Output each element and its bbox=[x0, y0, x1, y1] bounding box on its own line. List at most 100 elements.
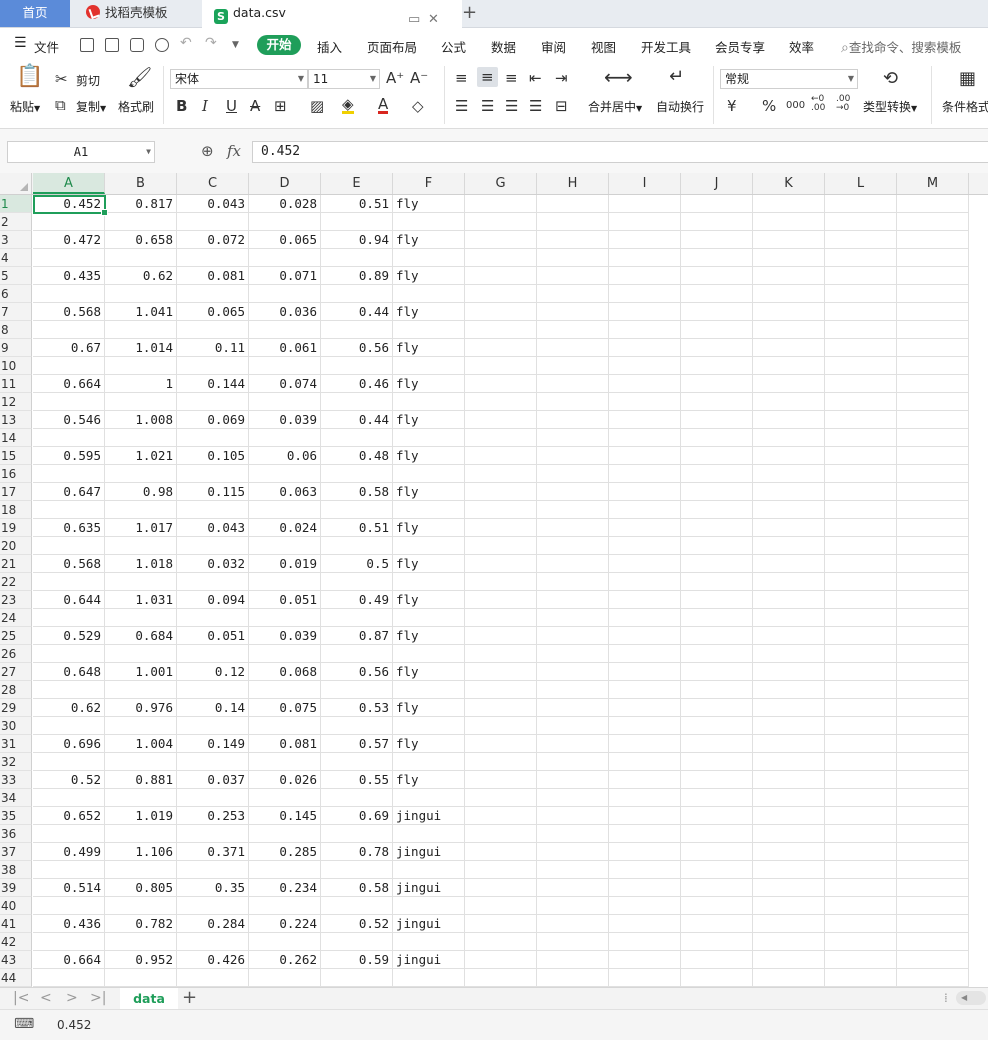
cell-l2[interactable] bbox=[825, 213, 897, 231]
row-header[interactable]: 25 bbox=[0, 627, 32, 645]
cell-c23[interactable]: 0.094 bbox=[177, 591, 249, 609]
cell-b36[interactable] bbox=[105, 825, 177, 843]
cell-g7[interactable] bbox=[465, 303, 537, 321]
cell-f34[interactable] bbox=[393, 789, 465, 807]
scissors-icon[interactable]: ✂ bbox=[55, 70, 68, 88]
cell-a19[interactable]: 0.635 bbox=[33, 519, 105, 537]
number-format-select[interactable]: 常规 ▼ bbox=[720, 69, 858, 89]
cell-h21[interactable] bbox=[537, 555, 609, 573]
cell-j44[interactable] bbox=[681, 969, 753, 987]
column-header-j[interactable]: J bbox=[681, 173, 753, 194]
cell-k23[interactable] bbox=[753, 591, 825, 609]
cell-d37[interactable]: 0.285 bbox=[249, 843, 321, 861]
cell-d11[interactable]: 0.074 bbox=[249, 375, 321, 393]
cell-h22[interactable] bbox=[537, 573, 609, 591]
cell-h39[interactable] bbox=[537, 879, 609, 897]
cell-f24[interactable] bbox=[393, 609, 465, 627]
cell-d14[interactable] bbox=[249, 429, 321, 447]
cell-l10[interactable] bbox=[825, 357, 897, 375]
cell-m26[interactable] bbox=[897, 645, 969, 663]
cell-m22[interactable] bbox=[897, 573, 969, 591]
cell-a3[interactable]: 0.472 bbox=[33, 231, 105, 249]
cell-a18[interactable] bbox=[33, 501, 105, 519]
cell-a26[interactable] bbox=[33, 645, 105, 663]
cell-b35[interactable]: 1.019 bbox=[105, 807, 177, 825]
cell-c39[interactable]: 0.35 bbox=[177, 879, 249, 897]
cell-b44[interactable] bbox=[105, 969, 177, 987]
row-header[interactable]: 31 bbox=[0, 735, 32, 753]
cell-d38[interactable] bbox=[249, 861, 321, 879]
cell-k17[interactable] bbox=[753, 483, 825, 501]
cell-f3[interactable]: fly bbox=[393, 231, 465, 249]
cell-i33[interactable] bbox=[609, 771, 681, 789]
menu-developer[interactable]: 开发工具 bbox=[641, 37, 691, 56]
cell-g27[interactable] bbox=[465, 663, 537, 681]
font-name-select[interactable]: 宋体 ▼ bbox=[170, 69, 308, 89]
row-header[interactable]: 39 bbox=[0, 879, 32, 897]
merge-center-button[interactable]: 合并居中▼ bbox=[588, 98, 642, 115]
cell-g15[interactable] bbox=[465, 447, 537, 465]
column-header-h[interactable]: H bbox=[537, 173, 609, 194]
cell-k24[interactable] bbox=[753, 609, 825, 627]
cell-i25[interactable] bbox=[609, 627, 681, 645]
cell-i8[interactable] bbox=[609, 321, 681, 339]
cell-b31[interactable]: 1.004 bbox=[105, 735, 177, 753]
cell-g19[interactable] bbox=[465, 519, 537, 537]
cell-e38[interactable] bbox=[321, 861, 393, 879]
cell-g22[interactable] bbox=[465, 573, 537, 591]
cell-d32[interactable] bbox=[249, 753, 321, 771]
row-header[interactable]: 7 bbox=[0, 303, 32, 321]
borders-icon[interactable]: ⊞ bbox=[274, 97, 287, 115]
cell-i32[interactable] bbox=[609, 753, 681, 771]
cell-a31[interactable]: 0.696 bbox=[33, 735, 105, 753]
cell-g21[interactable] bbox=[465, 555, 537, 573]
cell-b8[interactable] bbox=[105, 321, 177, 339]
cell-j38[interactable] bbox=[681, 861, 753, 879]
row-header[interactable]: 38 bbox=[0, 861, 32, 879]
cell-l31[interactable] bbox=[825, 735, 897, 753]
cell-e33[interactable]: 0.55 bbox=[321, 771, 393, 789]
cell-g20[interactable] bbox=[465, 537, 537, 555]
strikethrough-icon[interactable]: A bbox=[250, 97, 260, 115]
cell-j7[interactable] bbox=[681, 303, 753, 321]
cell-m31[interactable] bbox=[897, 735, 969, 753]
row-header[interactable]: 11 bbox=[0, 375, 32, 393]
cell-m37[interactable] bbox=[897, 843, 969, 861]
cell-b19[interactable]: 1.017 bbox=[105, 519, 177, 537]
cell-d1[interactable]: 0.028 bbox=[249, 195, 321, 213]
cell-b7[interactable]: 1.041 bbox=[105, 303, 177, 321]
cell-b28[interactable] bbox=[105, 681, 177, 699]
cell-i3[interactable] bbox=[609, 231, 681, 249]
cell-a25[interactable]: 0.529 bbox=[33, 627, 105, 645]
decrease-indent-icon[interactable]: ⇤ bbox=[529, 69, 542, 87]
cell-f14[interactable] bbox=[393, 429, 465, 447]
cell-g28[interactable] bbox=[465, 681, 537, 699]
cell-f7[interactable]: fly bbox=[393, 303, 465, 321]
cell-d12[interactable] bbox=[249, 393, 321, 411]
cell-f27[interactable]: fly bbox=[393, 663, 465, 681]
last-sheet-icon[interactable]: >| bbox=[90, 990, 106, 1006]
cell-g42[interactable] bbox=[465, 933, 537, 951]
row-header[interactable]: 1 bbox=[0, 195, 32, 213]
cell-g18[interactable] bbox=[465, 501, 537, 519]
cell-i40[interactable] bbox=[609, 897, 681, 915]
cell-a17[interactable]: 0.647 bbox=[33, 483, 105, 501]
zoom-icon[interactable]: ⊕ bbox=[201, 142, 214, 160]
save-icon[interactable] bbox=[80, 38, 94, 52]
cell-m35[interactable] bbox=[897, 807, 969, 825]
cell-f44[interactable] bbox=[393, 969, 465, 987]
cell-d17[interactable]: 0.063 bbox=[249, 483, 321, 501]
cell-a38[interactable] bbox=[33, 861, 105, 879]
column-header-m[interactable]: M bbox=[897, 173, 969, 194]
cell-a30[interactable] bbox=[33, 717, 105, 735]
cell-l1[interactable] bbox=[825, 195, 897, 213]
cell-d28[interactable] bbox=[249, 681, 321, 699]
cell-b29[interactable]: 0.976 bbox=[105, 699, 177, 717]
format-painter-icon[interactable]: 🖌 bbox=[127, 67, 152, 87]
cell-f4[interactable] bbox=[393, 249, 465, 267]
cell-h33[interactable] bbox=[537, 771, 609, 789]
row-header[interactable]: 15 bbox=[0, 447, 32, 465]
cell-f20[interactable] bbox=[393, 537, 465, 555]
cell-a28[interactable] bbox=[33, 681, 105, 699]
cell-g41[interactable] bbox=[465, 915, 537, 933]
